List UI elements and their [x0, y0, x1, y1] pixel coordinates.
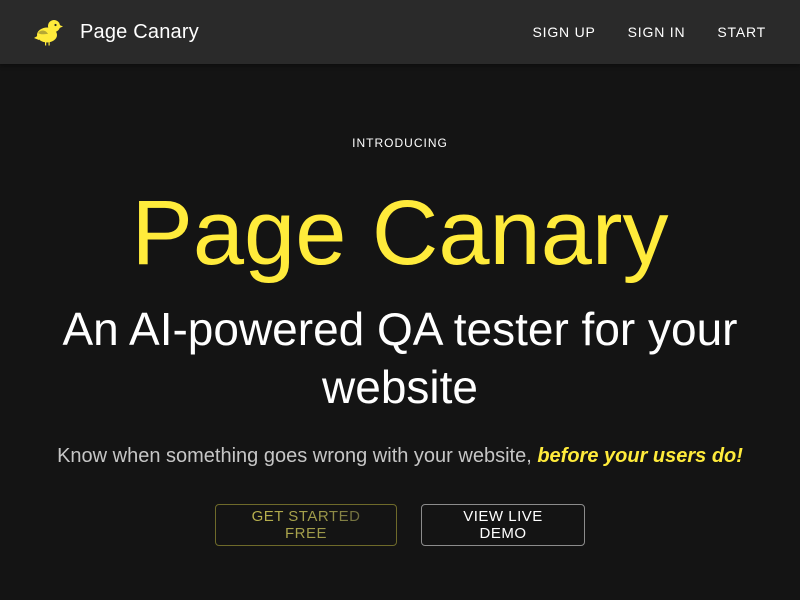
hero-title: Page Canary — [131, 182, 669, 284]
tagline-text: Know when something goes wrong with your… — [57, 445, 532, 467]
cta-row: GET STARTED FREE VIEW LIVE DEMO — [0, 504, 800, 546]
hero-section: INTRODUCING Page Canary An AI-powered QA… — [0, 64, 800, 600]
get-started-free-button[interactable]: GET STARTED FREE — [215, 504, 397, 546]
nav-start-link[interactable]: START — [701, 16, 782, 48]
tagline-emphasis: before your users do! — [537, 445, 743, 467]
nav-sign-in-link[interactable]: SIGN IN — [612, 16, 702, 48]
hero-eyebrow: INTRODUCING — [352, 136, 448, 150]
view-live-demo-button[interactable]: VIEW LIVE DEMO — [421, 504, 585, 546]
hero-subtitle: An AI-powered QA tester for your website — [62, 303, 738, 413]
canary-bird-icon — [34, 20, 63, 46]
top-app-bar: Page Canary SIGN UP SIGN IN START — [0, 0, 800, 64]
hero-tagline: Know when something goes wrong with your… — [0, 442, 800, 470]
get-started-free-label: GET STARTED FREE — [236, 508, 376, 542]
brand-name: Page Canary — [80, 20, 199, 43]
brand-home-link[interactable]: Page Canary — [32, 0, 199, 64]
top-nav: SIGN UP SIGN IN START — [517, 0, 783, 64]
view-live-demo-label: VIEW LIVE DEMO — [463, 508, 543, 542]
nav-sign-up-link[interactable]: SIGN UP — [517, 16, 612, 48]
